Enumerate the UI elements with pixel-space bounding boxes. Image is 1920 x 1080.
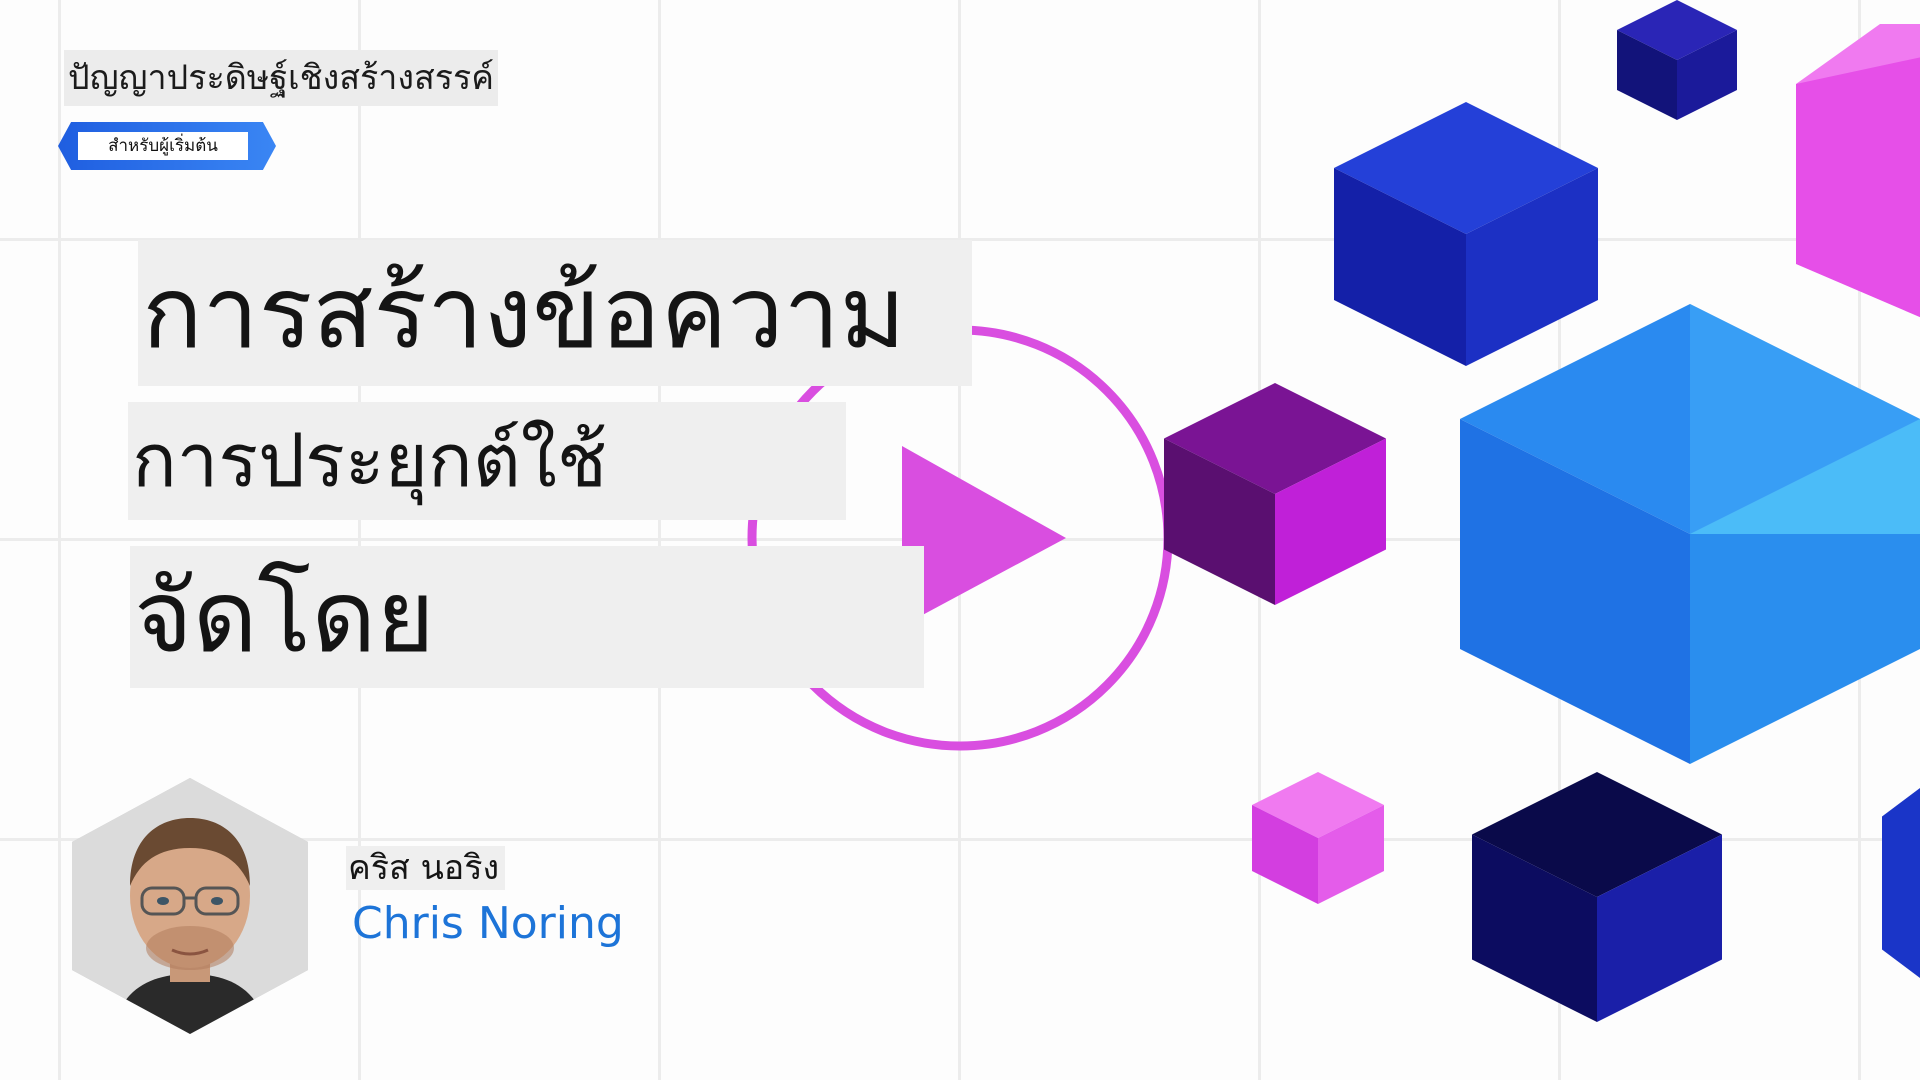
play-icon [902, 446, 1066, 626]
cube-navy-small [1617, 0, 1737, 120]
cube-blue-large [1460, 304, 1920, 764]
lesson-title-line3: จัดโดย [130, 546, 924, 688]
presenter-name-thai: คริส นอริง [346, 846, 506, 890]
lesson-title-line1: การสร้างข้อความ [138, 240, 972, 386]
series-title: ปัญญาประดิษฐ์เชิงสร้างสรรค์ [64, 50, 498, 106]
cube-blue-edge [1882, 788, 1920, 978]
cube-purple [1164, 383, 1386, 605]
cube-navy-lower [1472, 772, 1722, 1022]
lesson-title-line2: การประยุกต์ใช้ [128, 402, 846, 520]
audience-badge: สำหรับผู้เริ่มต้น [58, 122, 276, 170]
presenter-name-english: Chris Noring [352, 898, 624, 949]
cube-pink-small [1252, 772, 1384, 904]
audience-badge-label: สำหรับผู้เริ่มต้น [78, 132, 248, 160]
